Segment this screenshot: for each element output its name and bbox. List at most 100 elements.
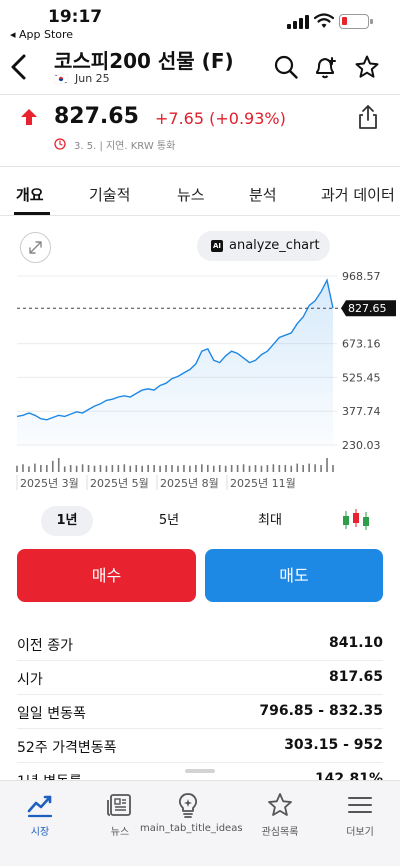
sell-button[interactable]: 매도	[205, 549, 383, 602]
y-axis-tick-label: 673.16	[342, 338, 381, 351]
analyze-chart-button[interactable]: AI analyze_chart	[197, 231, 330, 261]
range-max-button[interactable]: 최대	[244, 506, 296, 536]
volume-bar	[123, 464, 126, 472]
volume-bar	[28, 466, 30, 472]
wifi-icon	[314, 13, 334, 28]
tabs-divider	[0, 215, 400, 216]
bottom-navigation: 시장 뉴스 main_tab_title_ideas 관심목록 더보기	[0, 780, 400, 866]
volume-bar	[332, 465, 334, 472]
cellular-signal-icon	[287, 15, 309, 29]
back-arrow-icon[interactable]	[8, 52, 30, 82]
y-axis-tick-label: 377.74	[342, 405, 381, 418]
nav-label: 뉴스	[110, 827, 130, 838]
price-divider	[0, 166, 400, 167]
y-axis-tick-label: 968.57	[342, 270, 381, 283]
volume-bar	[171, 465, 173, 472]
x-axis-tick-label: 2025년 3월	[20, 477, 79, 490]
volume-bar	[159, 465, 161, 472]
buy-button[interactable]: 매수	[17, 549, 196, 602]
stat-value: 817.65	[328, 669, 383, 685]
x-axis-tick-label: 2025년 11월	[230, 477, 296, 490]
volume-bar	[284, 465, 287, 472]
volume-bar	[40, 465, 42, 472]
stat-row-52w-range: 52주 가격변동폭 303.15 - 952	[17, 729, 383, 763]
volume-bar	[254, 465, 257, 472]
stat-label: 이전 종가	[17, 638, 73, 654]
volume-bar	[201, 464, 203, 472]
market-chart-icon	[27, 795, 53, 818]
nav-item-more[interactable]: 더보기	[334, 781, 386, 841]
volume-bar	[195, 465, 197, 472]
south-korea-flag-icon	[54, 74, 68, 84]
volume-bar	[314, 464, 316, 472]
volume-bar	[308, 463, 310, 472]
battery-icon	[339, 14, 373, 29]
expand-arrows-icon	[29, 241, 42, 254]
quote-meta: 3. 5. | 지연. KRW 통화	[74, 141, 176, 152]
nav-item-watchlist[interactable]: 관심목록	[254, 781, 306, 841]
expand-chart-button[interactable]	[20, 232, 51, 263]
favorite-star-icon[interactable]	[354, 54, 380, 80]
volume-bar	[302, 465, 304, 472]
volume-bar	[206, 465, 209, 472]
stat-label: 일일 변동폭	[17, 706, 86, 722]
search-icon[interactable]	[273, 54, 299, 80]
range-1y-button[interactable]: 1년	[41, 506, 93, 536]
lightbulb-icon	[178, 793, 198, 818]
sheet-drag-handle[interactable]	[185, 769, 215, 773]
nav-item-market[interactable]: 시장	[14, 781, 66, 841]
nav-item-news[interactable]: 뉴스	[94, 781, 146, 841]
price-chart[interactable]: 968.57 673.16 525.45 377.74 230.03 827.65 20…	[0, 264, 400, 496]
price-change: +7.65 (+0.93%)	[155, 109, 286, 128]
add-alert-bell-icon[interactable]	[312, 54, 338, 80]
candlestick-chart-icon[interactable]	[341, 508, 371, 532]
volume-bar	[147, 465, 149, 472]
current-price-label: 827.65	[348, 302, 387, 315]
last-price: 827.65	[54, 104, 139, 129]
range-5y-button[interactable]: 5년	[143, 506, 195, 536]
stat-row-open: 시가 817.65	[17, 661, 383, 695]
tab-overview[interactable]: 개요	[16, 184, 44, 205]
back-to-app-store-link[interactable]: ◂ App Store	[10, 28, 73, 41]
volume-bar	[87, 465, 90, 472]
price-area-fill	[17, 280, 333, 445]
price-up-arrow-icon	[21, 109, 37, 125]
volume-bar	[135, 465, 138, 472]
volume-bar	[57, 458, 60, 472]
volume-bar	[326, 458, 328, 472]
nav-label: main_tab_title_ideas	[140, 823, 243, 834]
stat-row-previous-close: 이전 종가 841.10	[17, 627, 383, 661]
stat-label: 시가	[17, 672, 43, 688]
share-icon[interactable]	[356, 104, 380, 130]
volume-bar	[320, 465, 322, 472]
volume-bar	[46, 465, 48, 472]
volume-bar	[51, 460, 54, 472]
volume-bar	[129, 465, 132, 472]
tab-technical[interactable]: 기술적	[89, 184, 130, 205]
ai-badge-icon: AI	[211, 240, 223, 252]
tab-news[interactable]: 뉴스	[177, 184, 205, 205]
nav-item-ideas[interactable]: main_tab_title_ideas	[140, 781, 243, 841]
volume-bar	[99, 465, 102, 472]
volume-bar	[230, 465, 233, 472]
volume-bar	[105, 465, 108, 472]
current-price-tag: 827.65	[341, 300, 396, 317]
stat-value: 796.85 - 832.35	[259, 703, 383, 719]
volume-bar	[290, 465, 293, 472]
stat-value: 303.15 - 952	[284, 737, 383, 753]
volume-bar	[183, 465, 185, 472]
volume-bar	[93, 465, 96, 472]
menu-icon	[348, 797, 372, 813]
volume-bar	[153, 465, 155, 472]
tab-analysis[interactable]: 분석	[249, 184, 277, 205]
volume-bar	[218, 465, 221, 472]
volume-bar	[81, 464, 84, 472]
volume-bar	[260, 465, 263, 472]
clock-icon	[54, 138, 66, 150]
tab-historical-data[interactable]: 과거 데이터	[321, 184, 395, 205]
y-axis-tick-label: 230.03	[342, 439, 381, 452]
contract-month: Jun 25	[75, 72, 110, 85]
stat-label: 52주 가격변동폭	[17, 740, 117, 756]
volume-bar	[242, 464, 245, 472]
volume-bar	[75, 465, 78, 472]
